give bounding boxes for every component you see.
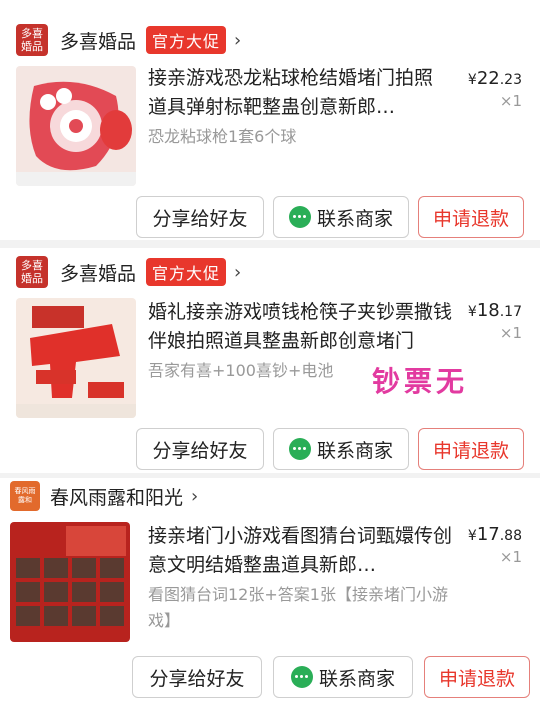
product-title[interactable]: 接亲堵门小游戏看图猜台词甄嬛传创意文明结婚整蛊道具新郎… bbox=[148, 522, 458, 580]
shop-logo: 春风雨露和 bbox=[10, 481, 40, 511]
chevron-right-icon: › bbox=[234, 29, 242, 51]
shop-logo: 多喜婚品 bbox=[16, 24, 48, 56]
product-quantity: ×1 bbox=[499, 548, 522, 566]
shop-header[interactable]: 多喜婚品 多喜婚品 官方大促 › bbox=[16, 256, 241, 288]
order-card: 多喜婚品 多喜婚品 官方大促 › 接亲游戏恐龙粘球枪结婚堵门拍照道具弹射标靶整蛊… bbox=[0, 0, 540, 240]
product-quantity: ×1 bbox=[499, 92, 522, 110]
share-button[interactable]: 分享给好友 bbox=[136, 196, 264, 238]
refund-button[interactable]: 申请退款 bbox=[418, 428, 524, 470]
product-price: ¥17.88 bbox=[467, 524, 522, 545]
product-thumbnail[interactable] bbox=[10, 522, 130, 642]
overlay-annotation: 钞票无 bbox=[372, 365, 469, 398]
refund-button[interactable]: 申请退款 bbox=[418, 196, 524, 238]
shop-name[interactable]: 多喜婚品 bbox=[60, 27, 136, 54]
product-thumbnail[interactable] bbox=[16, 298, 136, 418]
share-button[interactable]: 分享给好友 bbox=[132, 656, 262, 698]
product-title[interactable]: 婚礼接亲游戏喷钱枪筷子夹钞票撒钱伴娘拍照道具整蛊新郎创意堵门 bbox=[148, 298, 460, 356]
share-button[interactable]: 分享给好友 bbox=[136, 428, 264, 470]
contact-merchant-button[interactable]: 联系商家 bbox=[273, 196, 409, 238]
chevron-right-icon: › bbox=[234, 261, 242, 283]
wechat-chat-icon bbox=[288, 438, 311, 460]
shop-logo: 多喜婚品 bbox=[16, 256, 48, 288]
shop-name[interactable]: 多喜婚品 bbox=[60, 259, 136, 286]
refund-button[interactable]: 申请退款 bbox=[424, 656, 530, 698]
shop-name[interactable]: 春风雨露和阳光 bbox=[50, 483, 183, 510]
order-card: 春风雨露和 春风雨露和阳光 › 接亲堵门小游戏看图猜台词甄嬛传创意文明结婚整蛊道… bbox=[0, 478, 540, 720]
shop-header[interactable]: 春风雨露和 春风雨露和阳光 › bbox=[10, 480, 198, 512]
product-price: ¥22.23 bbox=[467, 68, 522, 89]
promo-badge: 官方大促 bbox=[146, 258, 227, 286]
chevron-right-icon: › bbox=[191, 485, 199, 507]
product-price: ¥18.17 bbox=[467, 300, 522, 321]
wechat-chat-icon bbox=[288, 206, 311, 228]
shop-header[interactable]: 多喜婚品 多喜婚品 官方大促 › bbox=[16, 24, 241, 56]
contact-merchant-button[interactable]: 联系商家 bbox=[273, 656, 413, 698]
product-thumbnail[interactable] bbox=[16, 66, 136, 186]
product-spec: 看图猜台词12张+答案1张【接亲堵门小游戏】 bbox=[148, 585, 448, 630]
contact-merchant-button[interactable]: 联系商家 bbox=[273, 428, 409, 470]
product-quantity: ×1 bbox=[499, 324, 522, 342]
wechat-chat-icon bbox=[290, 666, 313, 688]
product-spec: 恐龙粘球枪1套6个球 bbox=[148, 127, 297, 146]
promo-badge: 官方大促 bbox=[146, 26, 227, 54]
product-title[interactable]: 接亲游戏恐龙粘球枪结婚堵门拍照道具弹射标靶整蛊创意新郎… bbox=[148, 64, 448, 122]
